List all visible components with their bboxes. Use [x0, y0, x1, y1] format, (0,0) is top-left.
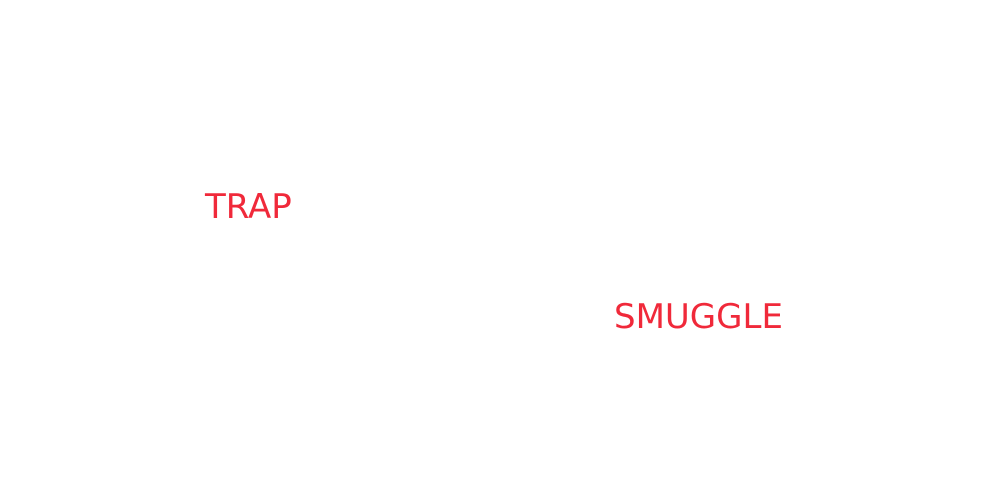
- word-trap: TRAP: [205, 187, 292, 227]
- word-canvas: TRAP SMUGGLE: [0, 0, 1000, 500]
- word-smuggle: SMUGGLE: [614, 297, 783, 337]
